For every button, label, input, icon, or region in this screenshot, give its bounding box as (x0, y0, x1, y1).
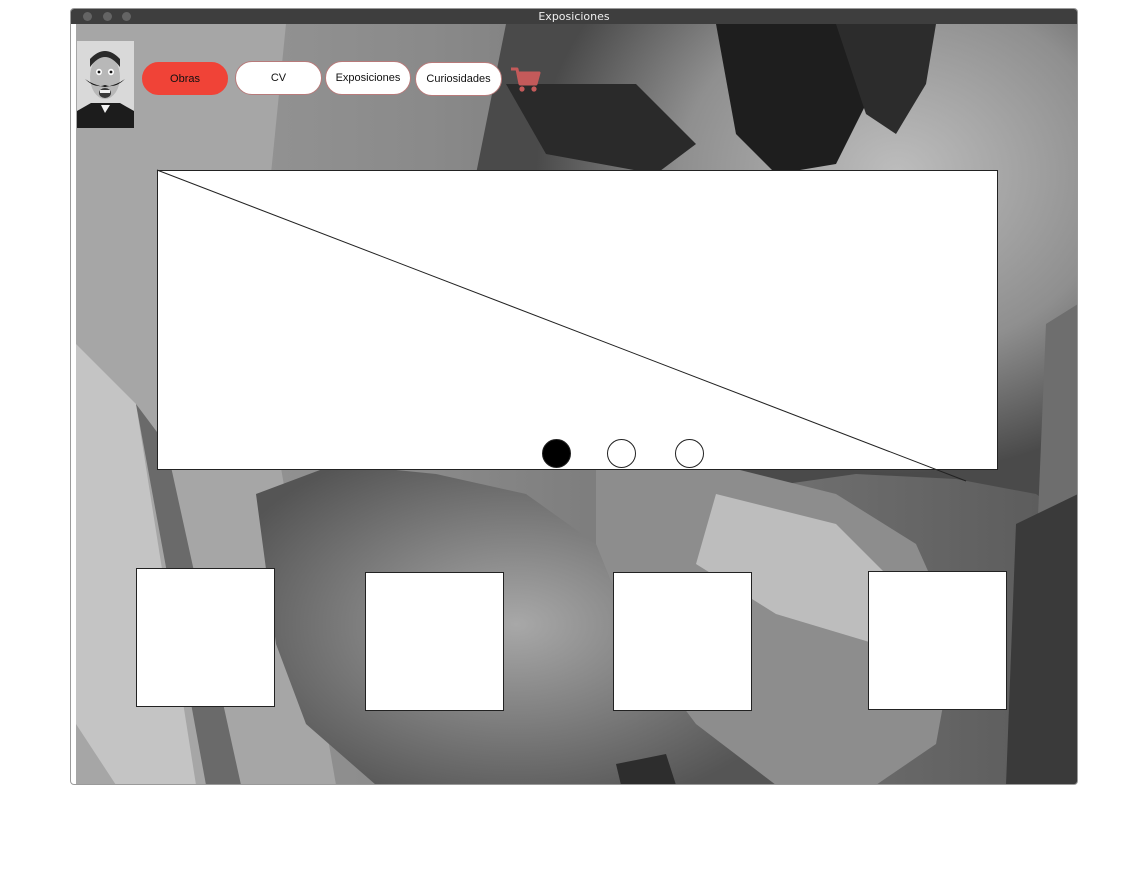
gallery-tile-1[interactable] (136, 568, 275, 707)
window-title: Exposiciones (538, 10, 610, 23)
nav-exposiciones-button[interactable]: Exposiciones (325, 61, 411, 95)
gallery-tile-3[interactable] (613, 572, 752, 711)
browser-window: Exposiciones Obras CV Exposiciones Curio… (70, 8, 1078, 785)
window-titlebar: Exposiciones (71, 9, 1077, 24)
hero-background: Obras CV Exposiciones Curiosidades (76, 24, 1077, 784)
carousel-dot-1[interactable] (542, 439, 571, 468)
exposiciones-carousel[interactable] (157, 170, 998, 470)
carousel-dot-3[interactable] (675, 439, 704, 468)
gallery-tile-4[interactable] (868, 571, 1007, 710)
portrait-image (77, 41, 134, 128)
gallery-tile-2[interactable] (365, 572, 504, 711)
shopping-cart-icon[interactable] (511, 66, 541, 94)
nav-obras-button[interactable]: Obras (142, 62, 228, 95)
carousel-dot-2[interactable] (607, 439, 636, 468)
logo-portrait[interactable] (77, 41, 134, 128)
nav-cv-button[interactable]: CV (235, 61, 322, 95)
nav-curiosidades-button[interactable]: Curiosidades (415, 62, 502, 96)
